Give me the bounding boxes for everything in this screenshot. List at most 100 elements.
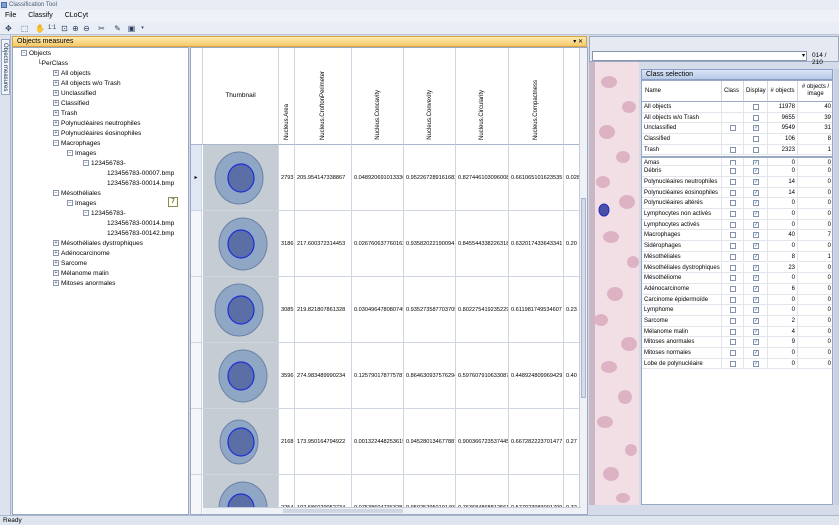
list-item[interactable]: Mitoses normales ✓ 0 0: [642, 348, 832, 359]
display-checkbox[interactable]: ✓: [753, 178, 759, 185]
zoom-out-icon[interactable]: ⊖: [82, 24, 91, 33]
list-item[interactable]: Sarcome ✓ 2 0: [642, 316, 832, 327]
tree-group[interactable]: −123456783-: [83, 209, 126, 218]
list-item[interactable]: Polynucléaires neutrophiles ✓ 14 0: [642, 176, 832, 188]
cs-col-objects[interactable]: # objects: [768, 81, 798, 102]
tree-item[interactable]: + All objects: [53, 69, 91, 78]
table-cell[interactable]: 0.632017433643341: [509, 211, 564, 276]
table-cell[interactable]: 0.845544338226318: [456, 211, 509, 276]
list-item[interactable]: Carcinome épidermoïde ✓ 0 0: [642, 294, 832, 306]
display-checkbox[interactable]: ✓: [753, 339, 759, 346]
table-cell[interactable]: 0.900366723537445: [456, 409, 509, 474]
cs-col-display[interactable]: Display: [744, 81, 768, 102]
display-checkbox[interactable]: ✓: [753, 159, 759, 166]
chevron-down-icon[interactable]: ▾: [138, 24, 147, 33]
table-cell[interactable]: 2793: [279, 145, 295, 210]
list-item[interactable]: Lymphocytes activés ✓ 0 0: [642, 219, 832, 231]
tree-item[interactable]: + Mésothéliales dystrophiques: [53, 239, 143, 248]
tree-file[interactable]: 123456783-00007.bmp: [107, 169, 174, 178]
list-item[interactable]: Adénocarcinome ✓ 6 0: [642, 283, 832, 295]
collapse-icon[interactable]: −: [21, 50, 27, 57]
list-item[interactable]: Polynucléaires éosinophiles ✓ 14 0: [642, 187, 832, 199]
list-item[interactable]: Débris ✓ 0 0: [642, 166, 832, 177]
table-cell[interactable]: 0.0304964780807495: [352, 277, 404, 342]
grid-hscrollbar[interactable]: [203, 507, 581, 514]
row-selector[interactable]: [191, 211, 202, 276]
tree-item[interactable]: + Sarcome: [53, 259, 87, 268]
fit-icon[interactable]: ⊡: [60, 24, 69, 33]
tree-item-mesotheliales[interactable]: − Mésothéliales: [53, 189, 101, 198]
display-checkbox[interactable]: ✓: [753, 318, 759, 324]
cs-col-per-image[interactable]: # objects / image: [798, 81, 832, 102]
list-item[interactable]: Trash 2323 1: [642, 144, 832, 156]
class-checkbox[interactable]: [730, 168, 736, 175]
tree-item[interactable]: + Trash: [53, 109, 77, 118]
class-checkbox[interactable]: [730, 200, 736, 207]
display-checkbox[interactable]: ✓: [753, 221, 759, 228]
row-selector[interactable]: [191, 343, 202, 408]
table-row[interactable]: 2168 173.950164794922 0.0013224482536159 0.…: [191, 409, 587, 475]
display-checkbox[interactable]: ✓: [753, 211, 759, 217]
class-checkbox[interactable]: [730, 146, 736, 153]
class-checkbox[interactable]: [730, 328, 736, 335]
col-compactness[interactable]: Nucleus.Compactness: [509, 48, 564, 145]
tree-item[interactable]: + All objects w/o Trash: [53, 79, 121, 88]
tree-perclass[interactable]: └PerClass: [37, 59, 68, 68]
table-cell[interactable]: 3596: [279, 343, 295, 408]
class-checkbox[interactable]: [730, 178, 736, 185]
display-checkbox[interactable]: ✓: [753, 253, 759, 260]
scroll-thumb[interactable]: [581, 198, 586, 398]
table-cell[interactable]: 274.983489990234: [295, 343, 352, 408]
display-checkbox[interactable]: ✓: [753, 307, 759, 314]
col-thumbnail[interactable]: Thumbnail: [203, 48, 279, 145]
tree-file[interactable]: 123456783-00014.bmp: [107, 179, 174, 188]
list-item[interactable]: Mitoses anormales ✓ 9 0: [642, 337, 832, 349]
list-item[interactable]: Mésothéliales ✓ 8 1: [642, 251, 832, 263]
settings-icon[interactable]: ▣: [127, 24, 136, 33]
row-selector[interactable]: [191, 277, 202, 342]
table-cell[interactable]: 173.950164794922: [295, 409, 352, 474]
display-checkbox[interactable]: [753, 146, 759, 153]
list-item[interactable]: All objects 11978 40: [642, 102, 832, 113]
class-checkbox[interactable]: [730, 243, 736, 250]
table-cell[interactable]: 3085: [279, 277, 295, 342]
menu-file[interactable]: File: [0, 10, 21, 22]
move-icon[interactable]: ✥: [4, 24, 13, 33]
table-cell[interactable]: 205.954147338867: [295, 145, 352, 210]
display-checkbox[interactable]: ✓: [753, 275, 759, 282]
table-cell[interactable]: 0.93582022190094: [404, 211, 456, 276]
table-row[interactable]: ▸ 2793 205.954147338867 0.0489206910133362 0…: [191, 145, 587, 211]
tree-file[interactable]: 123456783-00014.bmp: [107, 219, 174, 228]
display-checkbox[interactable]: [753, 104, 759, 110]
tree-item[interactable]: + Classified: [53, 99, 89, 108]
table-cell[interactable]: 0.597607910633087: [456, 343, 509, 408]
row-selector[interactable]: [191, 409, 202, 474]
tree-item[interactable]: + Mitoses anormales: [53, 279, 116, 288]
tree-item[interactable]: + Unclassified: [53, 89, 96, 98]
display-checkbox[interactable]: ✓: [753, 200, 759, 207]
col-area[interactable]: Nucleus.Area: [279, 48, 295, 145]
display-checkbox[interactable]: ✓: [753, 243, 759, 250]
class-checkbox[interactable]: [730, 285, 736, 292]
list-item[interactable]: Mésothéliales dystrophiques ✓ 23 0: [642, 262, 832, 274]
table-cell[interactable]: 0.448924809969429: [509, 343, 564, 408]
tab-objects-measures[interactable]: Objects measures: [1, 39, 10, 95]
zoom-actual-button[interactable]: 1:1: [46, 24, 58, 33]
class-checkbox[interactable]: [730, 221, 736, 228]
class-checkbox[interactable]: [730, 125, 736, 132]
display-checkbox[interactable]: ✓: [753, 350, 759, 357]
class-checkbox[interactable]: [730, 318, 736, 324]
list-item[interactable]: Lymphocytes non activés ✓ 0 0: [642, 209, 832, 220]
table-cell[interactable]: 0.827446103096008: [456, 145, 509, 210]
list-item[interactable]: Mélanome malin ✓ 4 0: [642, 326, 832, 338]
table-cell[interactable]: 0.952267289161682: [404, 145, 456, 210]
tree-item[interactable]: + Adénocarcinome: [53, 249, 110, 258]
class-checkbox[interactable]: [730, 360, 736, 367]
table-cell[interactable]: 0.125790178775787: [352, 343, 404, 408]
list-item[interactable]: Lymphome ✓ 0 0: [642, 305, 832, 316]
col-convexity[interactable]: Nucleus.Convexity: [404, 48, 456, 145]
hand-icon[interactable]: ✋: [35, 24, 45, 33]
list-item[interactable]: Mésothéliome ✓ 0 0: [642, 273, 832, 284]
table-cell[interactable]: 0.935273587703705: [404, 277, 456, 342]
tree-group[interactable]: −123456783-: [83, 159, 126, 168]
